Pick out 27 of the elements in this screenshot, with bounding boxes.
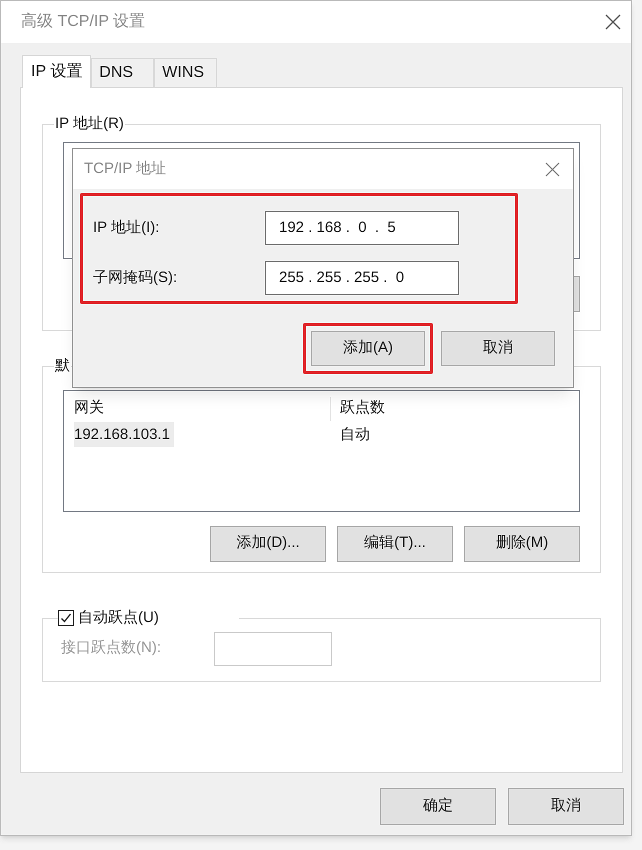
field-label: 子网掩码(S):: [93, 268, 178, 288]
table-cell: 自动: [340, 426, 370, 444]
input-field[interactable]: 192 . 168 . 0 . 5: [265, 211, 459, 245]
button[interactable]: 删除(M): [464, 526, 580, 562]
button[interactable]: 取消: [441, 331, 555, 366]
checkbox-label: 自动跃点(U): [78, 608, 159, 628]
tab[interactable]: DNS: [91, 58, 154, 87]
table-cell: 192.168.103.1: [74, 422, 174, 448]
column-header[interactable]: 跃点数: [331, 397, 385, 420]
tab[interactable]: WINS: [154, 58, 218, 87]
input-field[interactable]: 255 . 255 . 255 . 0: [265, 261, 459, 295]
close-icon[interactable]: [545, 162, 560, 176]
button[interactable]: 确定: [380, 788, 496, 825]
button[interactable]: 添加(D)...: [210, 526, 326, 562]
dialog-title: TCP/IP 地址: [84, 158, 166, 179]
tab[interactable]: IP 设置: [22, 55, 92, 88]
button[interactable]: 添加(A): [311, 331, 425, 366]
button[interactable]: 编辑(T)...: [337, 526, 453, 562]
window-title: 高级 TCP/IP 设置: [21, 12, 146, 32]
button[interactable]: 取消: [508, 788, 624, 825]
column-header[interactable]: 网关: [74, 396, 331, 420]
group-title: 默: [54, 356, 71, 376]
group-title: IP 地址(R): [54, 114, 125, 134]
field-label: IP 地址(I):: [93, 218, 160, 238]
close-icon[interactable]: [605, 14, 621, 30]
checkbox[interactable]: [58, 610, 74, 626]
field-label: 接口跃点数(N):: [61, 638, 162, 658]
